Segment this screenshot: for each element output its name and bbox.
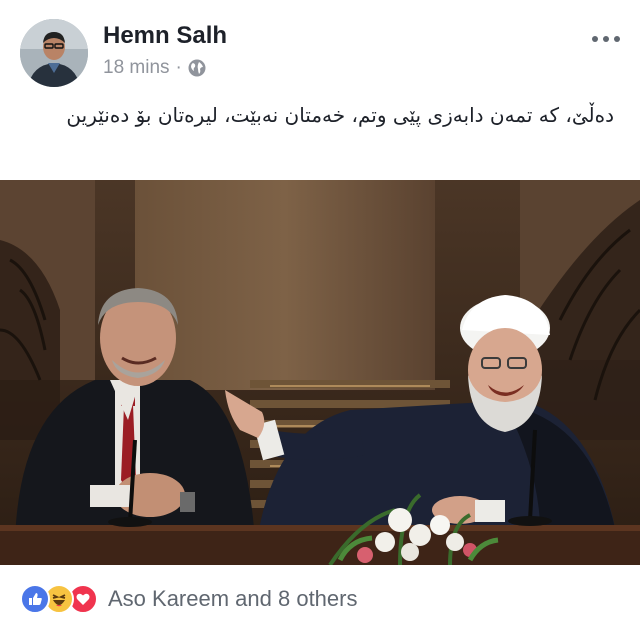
more-options-icon[interactable] xyxy=(592,36,620,42)
feed-post: Hemn Salh 18 mins · دەڵێ، کە تمەن دابەزی… xyxy=(0,0,640,628)
post-time[interactable]: 18 mins xyxy=(103,57,170,79)
like-icon xyxy=(20,584,50,614)
post-text: دەڵێ، کە تمەن دابەزی پێی وتم، خەمتان نەب… xyxy=(66,103,614,127)
meta-separator: · xyxy=(175,57,182,78)
post-meta: 18 mins · xyxy=(103,57,206,79)
reaction-bar[interactable]: Aso Kareem and 8 others xyxy=(20,584,357,614)
author-avatar[interactable] xyxy=(20,19,88,87)
author-name[interactable]: Hemn Salh xyxy=(103,22,227,50)
globe-icon[interactable] xyxy=(188,59,206,77)
post-photo[interactable] xyxy=(0,180,640,565)
reaction-summary[interactable]: Aso Kareem and 8 others xyxy=(108,586,357,612)
